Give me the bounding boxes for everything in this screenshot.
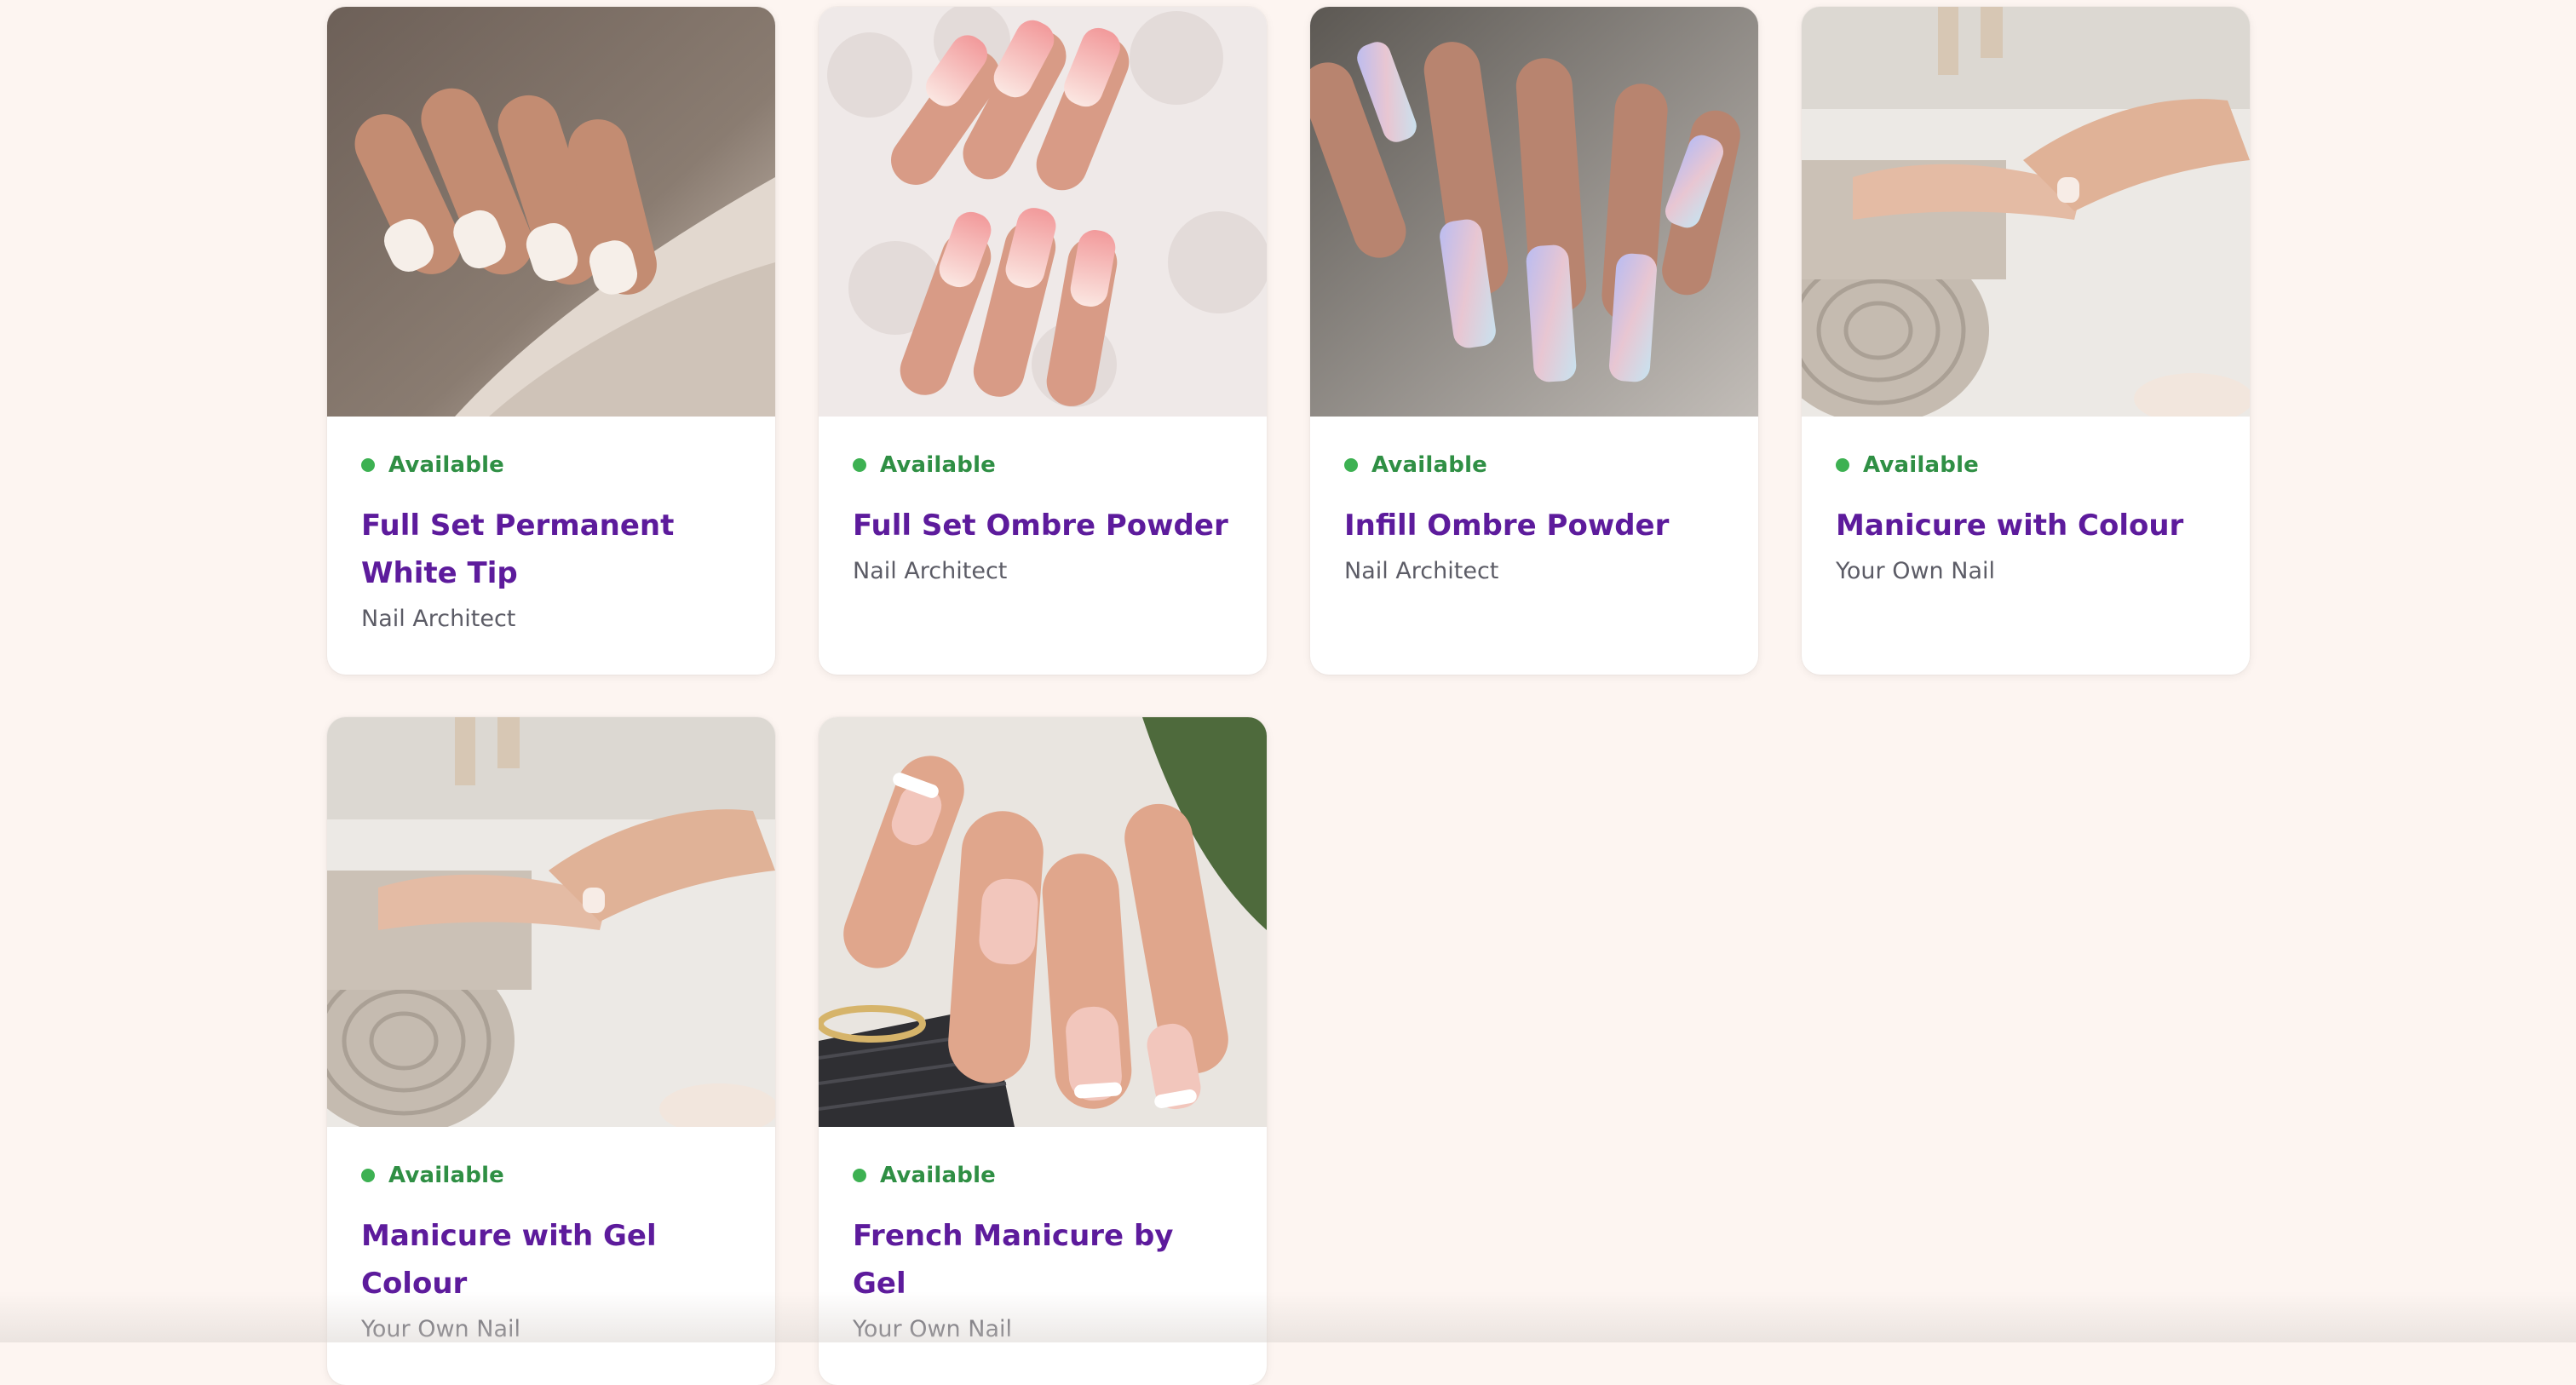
service-title[interactable]: Full Set Ombre Powder bbox=[853, 502, 1233, 549]
service-card-infill-ombre-powder[interactable]: Available Infill Ombre Powder Nail Archi… bbox=[1310, 7, 1758, 675]
availability-status: Available bbox=[853, 1164, 1233, 1187]
available-dot-icon bbox=[361, 1169, 375, 1182]
service-title[interactable]: Manicure with Gel Colour bbox=[361, 1212, 741, 1307]
service-image bbox=[819, 717, 1267, 1127]
services-grid: Available Full Set Permanent White Tip N… bbox=[327, 7, 2250, 1385]
service-card-manicure-with-colour[interactable]: Available Manicure with Colour Your Own … bbox=[1802, 7, 2250, 675]
service-category: Your Own Nail bbox=[361, 1316, 520, 1342]
availability-label: Available bbox=[1863, 452, 1980, 478]
service-image bbox=[1802, 7, 2250, 417]
available-dot-icon bbox=[853, 1169, 866, 1182]
service-card-french-manicure-by-gel[interactable]: Available French Manicure by Gel Your Ow… bbox=[819, 717, 1267, 1385]
availability-label: Available bbox=[880, 1163, 997, 1188]
service-image bbox=[327, 7, 775, 417]
service-card-manicure-with-gel-colour[interactable]: Available Manicure with Gel Colour Your … bbox=[327, 717, 775, 1385]
service-image bbox=[327, 717, 775, 1127]
availability-status: Available bbox=[361, 454, 741, 476]
service-category: Your Own Nail bbox=[853, 1316, 1012, 1342]
availability-label: Available bbox=[388, 1163, 505, 1188]
availability-label: Available bbox=[880, 452, 997, 478]
availability-status: Available bbox=[1836, 454, 2216, 476]
service-title[interactable]: Full Set Permanent White Tip bbox=[361, 502, 741, 597]
service-title[interactable]: Infill Ombre Powder bbox=[1344, 502, 1724, 549]
service-category: Nail Architect bbox=[361, 606, 516, 632]
service-image bbox=[819, 7, 1267, 417]
service-category: Nail Architect bbox=[1344, 558, 1499, 584]
availability-status: Available bbox=[1344, 454, 1724, 476]
availability-label: Available bbox=[1371, 452, 1488, 478]
availability-status: Available bbox=[361, 1164, 741, 1187]
service-title[interactable]: French Manicure by Gel bbox=[853, 1212, 1233, 1307]
available-dot-icon bbox=[853, 458, 866, 472]
service-card-full-set-ombre-powder[interactable]: Available Full Set Ombre Powder Nail Arc… bbox=[819, 7, 1267, 675]
service-card-full-set-permanent-white-tip[interactable]: Available Full Set Permanent White Tip N… bbox=[327, 7, 775, 675]
service-category: Nail Architect bbox=[853, 558, 1008, 584]
service-category: Your Own Nail bbox=[1836, 558, 1995, 584]
available-dot-icon bbox=[361, 458, 375, 472]
service-title[interactable]: Manicure with Colour bbox=[1836, 502, 2216, 549]
available-dot-icon bbox=[1836, 458, 1849, 472]
availability-label: Available bbox=[388, 452, 505, 478]
available-dot-icon bbox=[1344, 458, 1358, 472]
service-image bbox=[1310, 7, 1758, 417]
availability-status: Available bbox=[853, 454, 1233, 476]
